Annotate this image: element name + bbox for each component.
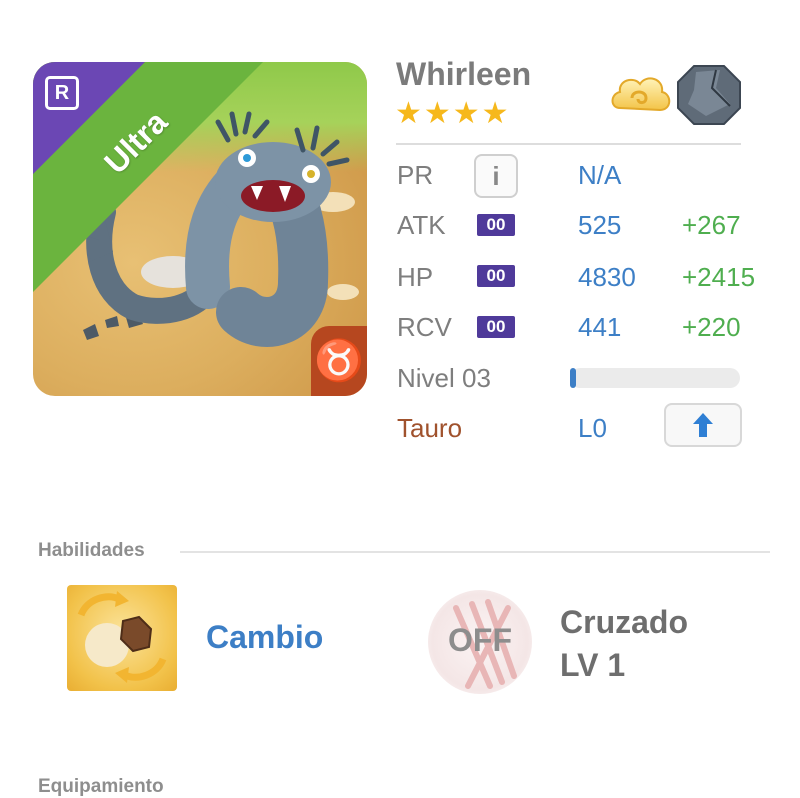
taurus-icon: ♉ — [311, 326, 367, 396]
cloud-icon — [611, 77, 671, 112]
cambio-skill-icon[interactable] — [67, 585, 177, 691]
sign-level: L0 — [578, 413, 607, 443]
hp-label: HP — [397, 262, 434, 292]
cambio-skill-label[interactable]: Cambio — [206, 619, 323, 656]
star-rating: ★★★★ — [395, 97, 511, 130]
rcv-value: 441 — [578, 312, 622, 342]
monster-name: Whirleen — [396, 56, 532, 92]
rcv-plus-chip: 00 — [477, 316, 515, 338]
abilities-divider — [180, 551, 770, 553]
info-button[interactable]: i — [474, 154, 518, 198]
stone-icon — [677, 65, 741, 125]
level-label: Nivel 03 — [397, 363, 491, 393]
rcv-bonus: +220 — [682, 312, 741, 342]
abilities-heading: Habilidades — [38, 540, 145, 561]
equipment-heading: Equipamiento — [38, 776, 164, 797]
atk-value: 525 — [578, 210, 622, 240]
upgrade-button[interactable] — [664, 403, 742, 447]
hp-bonus: +2415 — [682, 262, 756, 292]
level-progress-fill — [570, 368, 576, 388]
atk-plus-chip: 00 — [477, 214, 515, 236]
hp-plus-chip: 00 — [477, 265, 515, 287]
pr-label: PR — [397, 160, 434, 190]
info-icon: i — [492, 161, 500, 191]
cruzado-skill-level: LV 1 — [560, 647, 626, 683]
atk-bonus: +267 — [682, 210, 741, 240]
level-progress-bar — [570, 368, 740, 388]
atk-label: ATK — [397, 210, 446, 240]
header-divider — [396, 143, 741, 145]
monster-portrait[interactable]: R Ultra ♉ — [33, 62, 367, 396]
hp-value: 4830 — [578, 262, 636, 292]
arrow-up-icon — [693, 413, 713, 437]
swap-icon — [77, 591, 167, 683]
rcv-label: RCV — [397, 312, 452, 342]
sign-label: Tauro — [397, 413, 463, 443]
cruzado-skill-name: Cruzado — [560, 604, 688, 640]
passive-status: OFF — [448, 622, 512, 658]
pr-value: N/A — [578, 160, 622, 190]
rarity-badge: R — [45, 76, 79, 110]
